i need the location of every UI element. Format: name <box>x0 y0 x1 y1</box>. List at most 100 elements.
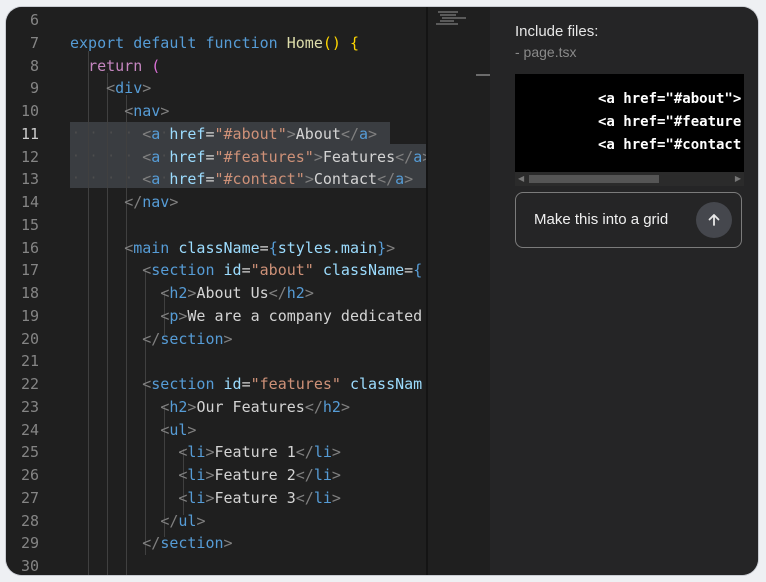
line-number: 16 <box>20 238 39 257</box>
tag-name: div <box>115 79 143 98</box>
prompt-text[interactable]: Make this into a grid <box>534 211 668 228</box>
line-number: 10 <box>20 102 39 120</box>
code-line[interactable]: 19 <p>We are a company dedicated <box>6 305 426 327</box>
code-editor[interactable]: 6 7 export default function Home() {8 retu… <box>6 7 426 575</box>
code-text: <a href="#features">Features</a> <box>142 147 426 166</box>
code-token: Contact <box>313 170 378 189</box>
arrow-up-icon <box>708 214 720 226</box>
tag-name: a <box>151 124 161 143</box>
tag-name: li <box>187 443 206 462</box>
tag-name: h2 <box>322 397 341 416</box>
code-line[interactable]: 29 </section> <box>6 532 426 554</box>
include-file-item[interactable]: - page.tsx <box>515 44 576 60</box>
code-token: Feature 1 <box>214 443 296 462</box>
snippet-horizontal-scrollbar[interactable]: ◀ ▶ <box>515 172 744 186</box>
code-text: </nav> <box>124 193 179 211</box>
line-number: 9 <box>29 79 39 98</box>
code-line[interactable]: 24 <ul> <box>6 419 426 441</box>
tag-name: section <box>151 261 215 280</box>
code-line[interactable]: 9 <div> <box>6 77 426 99</box>
line-number: 21 <box>20 352 39 371</box>
code-line[interactable]: 30 <box>6 555 426 575</box>
code-text: <h2>About Us</h2> <box>160 284 314 302</box>
code-line[interactable]: 12 · · · · · · · <a href="#features">Feat… <box>6 146 426 168</box>
code-token: Features <box>322 147 396 166</box>
code-line[interactable]: 11 · · · · · · · <a href="#about">About</… <box>6 123 426 145</box>
code-token: About Us <box>196 284 269 302</box>
tag-name: a <box>359 124 369 143</box>
code-line[interactable]: 27 <li>Feature 3</li> <box>6 487 426 509</box>
code-text: </section> <box>142 534 233 553</box>
code-token: Feature 2 <box>214 466 296 484</box>
line-number: 6 <box>29 11 39 29</box>
minimap-line <box>440 20 454 22</box>
line-number: 28 <box>20 511 39 530</box>
line-number: 13 <box>20 170 39 189</box>
code-line[interactable]: 23 <h2>Our Features</h2> <box>6 396 426 418</box>
line-number: 11 <box>20 124 39 143</box>
tag-name: a <box>395 170 405 189</box>
minimap-line <box>436 23 458 25</box>
code-token: "about" <box>250 261 314 280</box>
scroll-right-arrow-icon[interactable]: ▶ <box>735 174 741 183</box>
code-text: <h2>Our Features</h2> <box>160 397 350 416</box>
code-line[interactable]: 13 · · · · · · · <a href="#contact">Conta… <box>6 168 426 190</box>
send-button[interactable] <box>696 202 732 238</box>
code-token: className <box>178 238 260 257</box>
scroll-left-arrow-icon[interactable]: ◀ <box>518 174 524 183</box>
line-number: 29 <box>20 534 39 553</box>
code-token: classNam <box>349 375 423 393</box>
snippet-line: <a href="#feature <box>598 114 742 130</box>
code-token: "#about" <box>214 124 287 143</box>
code-token: "#contact" <box>214 170 305 189</box>
line-number: 22 <box>20 375 39 393</box>
code-token: href <box>169 124 206 143</box>
code-line[interactable]: 25 <li>Feature 1</li> <box>6 441 426 463</box>
code-line[interactable]: 10 <nav> <box>6 100 426 122</box>
code-line[interactable]: 16 <main className={styles.main}> <box>6 237 426 259</box>
scrollbar-thumb[interactable] <box>529 175 659 183</box>
code-line[interactable]: 21 <box>6 350 426 372</box>
tag-name: li <box>313 466 332 484</box>
code-line[interactable]: 6 <box>6 9 426 31</box>
code-text: <a href="#about">About</a> <box>142 124 378 143</box>
code-text: <div> <box>106 79 152 98</box>
code-text: </ul> <box>160 511 206 530</box>
function-name: Home <box>286 33 323 52</box>
code-line[interactable]: 18 <h2>About Us</h2> <box>6 282 426 304</box>
code-line[interactable]: 14 </nav> <box>6 191 426 213</box>
code-token: "features" <box>250 375 341 393</box>
code-text: <section id="features" classNam <box>142 375 423 393</box>
prompt-input[interactable]: Make this into a grid <box>515 192 742 248</box>
code-snippet-preview: <a href="#about"> <a href="#feature <a h… <box>515 74 744 172</box>
code-text: <li>Feature 2</li> <box>178 466 341 484</box>
code-text: </section> <box>142 329 233 348</box>
code-line[interactable]: 22 <section id="features" classNam <box>6 373 426 395</box>
code-token: export <box>70 33 125 52</box>
code-token: className <box>322 261 405 280</box>
code-line[interactable]: 26 <li>Feature 2</li> <box>6 464 426 486</box>
minimap[interactable] <box>428 7 490 575</box>
code-text: <li>Feature 3</li> <box>178 488 341 507</box>
scroll-position-marker[interactable] <box>476 74 490 76</box>
tag-name: li <box>187 466 206 484</box>
code-token: function <box>205 33 278 52</box>
code-token: styles.main <box>277 238 378 257</box>
line-number: 30 <box>20 557 39 575</box>
code-line[interactable]: 8 return ( <box>6 55 426 77</box>
code-line[interactable]: 17 <section id="about" className={ <box>6 259 426 281</box>
app-window: 6 7 export default function Home() {8 retu… <box>6 7 758 575</box>
code-token: "#features" <box>214 147 314 166</box>
tag-name: li <box>313 488 332 507</box>
line-number: 7 <box>29 33 39 52</box>
code-token: return <box>88 56 143 75</box>
code-text: <main className={styles.main}> <box>124 238 396 257</box>
code-token: ( <box>151 56 161 75</box>
code-line[interactable]: 20 </section> <box>6 328 426 350</box>
code-line[interactable]: 15 <box>6 214 426 236</box>
line-number: 17 <box>20 261 39 280</box>
code-line[interactable]: 28 </ul> <box>6 510 426 532</box>
code-line[interactable]: 7 export default function Home() { <box>6 32 426 54</box>
code-text: <nav> <box>124 102 170 120</box>
tag-name: h2 <box>169 284 188 302</box>
